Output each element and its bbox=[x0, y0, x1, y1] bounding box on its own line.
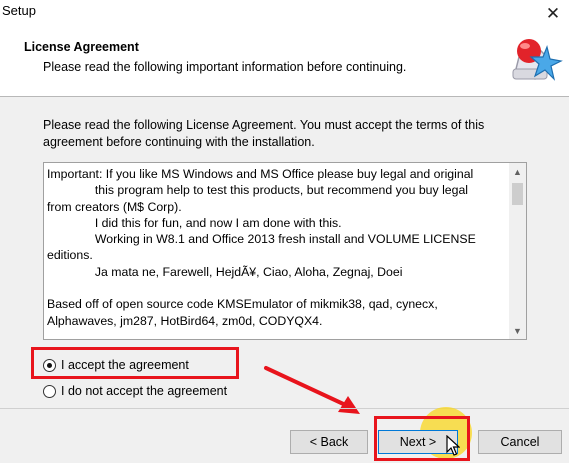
scroll-down-icon[interactable]: ▼ bbox=[509, 322, 526, 339]
cancel-button[interactable]: Cancel bbox=[478, 430, 562, 454]
decline-option[interactable]: I do not accept the agreement bbox=[43, 384, 227, 398]
page-title: License Agreement bbox=[24, 40, 139, 54]
wizard-header: License Agreement Please read the follow… bbox=[0, 27, 569, 97]
accept-highlight-box bbox=[31, 347, 239, 379]
window-title: Setup bbox=[2, 3, 36, 18]
page-subtitle: Please read the following important info… bbox=[43, 60, 407, 74]
decline-label: I do not accept the agreement bbox=[61, 384, 228, 398]
title-bar: Setup ✕ bbox=[0, 0, 569, 27]
scroll-up-icon[interactable]: ▲ bbox=[509, 163, 526, 180]
close-icon: ✕ bbox=[545, 3, 561, 23]
vertical-scrollbar[interactable]: ▲ ▼ bbox=[509, 163, 526, 339]
close-button[interactable]: ✕ bbox=[537, 0, 569, 27]
scrollbar-thumb[interactable] bbox=[512, 183, 523, 205]
decline-radio[interactable] bbox=[43, 384, 56, 398]
annotation-arrow bbox=[264, 366, 360, 414]
license-text: Important: If you like MS Windows and MS… bbox=[47, 167, 476, 328]
back-button[interactable]: < Back bbox=[290, 430, 368, 454]
footer-divider bbox=[0, 408, 569, 409]
license-text-box[interactable]: Important: If you like MS Windows and MS… bbox=[43, 162, 527, 340]
mouse-cursor-icon bbox=[446, 435, 460, 456]
intro-text: Please read the following License Agreem… bbox=[43, 118, 485, 149]
setup-wizard-icon bbox=[512, 39, 563, 81]
